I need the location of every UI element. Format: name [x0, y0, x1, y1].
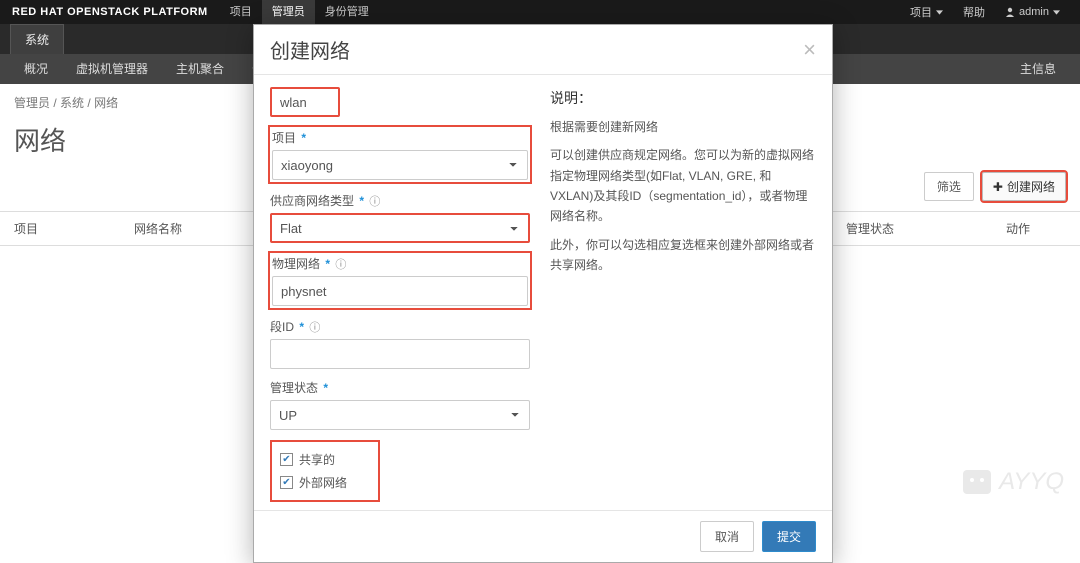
caret-down-icon — [936, 9, 943, 16]
breadcrumb-admin[interactable]: 管理员 — [14, 96, 50, 110]
caret-down-icon — [1053, 9, 1060, 16]
modal-title: 创建网络 — [270, 35, 350, 64]
create-network-button[interactable]: ✚ 创建网络 — [982, 172, 1066, 201]
project-select[interactable]: xiaoyong — [272, 150, 528, 180]
help-icon[interactable]: ⓘ — [309, 322, 320, 334]
cancel-button[interactable]: 取消 — [700, 521, 754, 552]
watermark-text: AYYQ — [999, 468, 1064, 496]
label-admin-state: 管理状态 * — [270, 379, 530, 396]
field-name — [270, 87, 530, 117]
desc-p3: 此外，你可以勾选相应复选框来创建外部网络或者共享网络。 — [550, 235, 816, 276]
project-dropdown-label: 项目 — [910, 4, 932, 20]
create-network-label: 创建网络 — [1007, 178, 1055, 195]
top-nav-identity[interactable]: 身份管理 — [315, 0, 379, 24]
required-icon: * — [325, 257, 330, 271]
seg-id-input[interactable] — [270, 339, 530, 369]
physnet-input[interactable] — [272, 276, 528, 306]
description-column: 说明： 根据需要创建新网络 可以创建供应商规定网络。您可以为新的虚拟网络指定物理… — [550, 87, 816, 502]
form-column: 项目 * xiaoyong 供应商网络类型 * ⓘ Flat 物理网络 * ⓘ … — [270, 87, 530, 502]
required-icon: * — [359, 194, 364, 208]
col-name: 网络名称 — [134, 220, 194, 237]
col-actions: 动作 — [1006, 220, 1066, 237]
required-icon: * — [299, 320, 304, 334]
topbar-right: 项目 帮助 admin — [900, 4, 1080, 20]
field-physnet: 物理网络 * ⓘ — [270, 253, 530, 308]
external-checkbox-row[interactable]: ✔ 外部网络 — [280, 471, 370, 494]
col-admin-state: 管理状态 — [846, 220, 906, 237]
user-name: admin — [1019, 6, 1049, 18]
filter-button[interactable]: 筛选 — [924, 172, 974, 201]
submit-button[interactable]: 提交 — [762, 521, 816, 552]
provider-type-select[interactable]: Flat — [270, 213, 530, 243]
nav3-hypervisors[interactable]: 虚拟机管理器 — [62, 54, 162, 84]
sub-nav-system[interactable]: 系统 — [10, 24, 64, 54]
top-nav-admin[interactable]: 管理员 — [262, 0, 315, 24]
desc-p1: 根据需要创建新网络 — [550, 117, 816, 137]
label-project: 项目 * — [272, 129, 528, 146]
admin-state-select[interactable]: UP — [270, 400, 530, 430]
help-icon[interactable]: ⓘ — [335, 259, 346, 271]
breadcrumb-system[interactable]: 系统 — [60, 96, 84, 110]
shared-label: 共享的 — [299, 451, 335, 468]
user-menu[interactable]: admin — [995, 6, 1070, 18]
shared-checkbox-row[interactable]: ✔ 共享的 — [280, 448, 370, 471]
checkbox-icon: ✔ — [280, 453, 293, 466]
required-icon: * — [323, 381, 328, 395]
plus-icon: ✚ — [993, 180, 1003, 194]
field-admin-state: 管理状态 * UP — [270, 379, 530, 430]
field-provider-type: 供应商网络类型 * ⓘ Flat — [270, 192, 530, 243]
desc-p2: 可以创建供应商规定网络。您可以为新的虚拟网络指定物理网络类型(如Flat, VL… — [550, 145, 816, 227]
close-icon[interactable]: × — [803, 39, 816, 61]
help-link[interactable]: 帮助 — [953, 4, 995, 20]
modal-footer: 取消 提交 — [254, 510, 832, 562]
label-physnet: 物理网络 * ⓘ — [272, 255, 528, 272]
top-nav: 项目 管理员 身份管理 — [220, 0, 379, 24]
label-seg-id: 段ID * ⓘ — [270, 318, 530, 335]
nav3-host-aggregates[interactable]: 主机聚合 — [162, 54, 238, 84]
checkbox-icon: ✔ — [280, 476, 293, 489]
topbar: RED HAT OPENSTACK PLATFORM 项目 管理员 身份管理 项… — [0, 0, 1080, 24]
field-project: 项目 * xiaoyong — [270, 127, 530, 182]
nav3-right-item[interactable]: 主信息 — [1006, 54, 1070, 84]
user-icon — [1005, 7, 1015, 17]
breadcrumb-networks: 网络 — [94, 96, 118, 110]
create-network-modal: 创建网络 × 项目 * xiaoyong 供应商网络类型 * ⓘ Flat 物理… — [253, 24, 833, 563]
top-nav-project[interactable]: 项目 — [220, 0, 262, 24]
check-group: ✔ 共享的 ✔ 外部网络 — [270, 440, 380, 502]
modal-header: 创建网络 × — [254, 25, 832, 75]
modal-body: 项目 * xiaoyong 供应商网络类型 * ⓘ Flat 物理网络 * ⓘ … — [254, 75, 832, 510]
project-dropdown[interactable]: 项目 — [900, 4, 953, 20]
external-label: 外部网络 — [299, 474, 347, 491]
nav3-overview[interactable]: 概况 — [10, 54, 62, 84]
required-icon: * — [301, 131, 306, 145]
name-input[interactable] — [270, 87, 340, 117]
desc-heading: 说明： — [550, 87, 816, 111]
label-provider-type: 供应商网络类型 * ⓘ — [270, 192, 530, 209]
wechat-icon — [963, 470, 991, 494]
brand-logo: RED HAT OPENSTACK PLATFORM — [0, 6, 220, 18]
help-icon[interactable]: ⓘ — [369, 196, 380, 208]
col-project: 项目 — [14, 220, 74, 237]
field-seg-id: 段ID * ⓘ — [270, 318, 530, 369]
watermark: AYYQ — [963, 468, 1064, 496]
